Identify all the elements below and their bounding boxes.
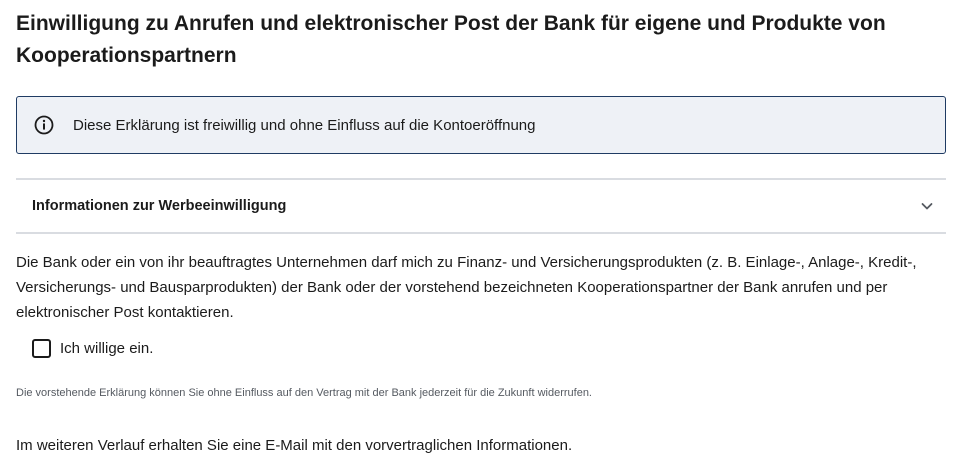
consent-description: Die Bank oder ein von ihr beauftragtes U…	[16, 254, 917, 321]
email-info-text: Im weiteren Verlauf erhalten Sie eine E-…	[16, 437, 573, 454]
chevron-down-icon[interactable]	[920, 199, 934, 213]
info-icon	[34, 115, 54, 135]
section-title: Einwilligung zu Anrufen und elektronisch…	[16, 12, 886, 67]
info-banner-text: Diese Erklärung ist freiwillig und ohne …	[73, 116, 536, 134]
revocation-note: Die vorstehende Erklärung können Sie ohn…	[16, 387, 592, 399]
consent-page: Einwilligung zu Anrufen und elektronisch…	[0, 0, 957, 474]
info-banner: Diese Erklärung ist freiwillig und ohne …	[16, 96, 946, 154]
accordion-werbeeinwilligung[interactable]: Informationen zur Werbeeinwilligung	[16, 178, 946, 234]
consent-checkbox-row[interactable]: Ich willige ein.	[32, 339, 153, 358]
accordion-label: Informationen zur Werbeeinwilligung	[32, 198, 287, 214]
consent-checkbox[interactable]	[32, 339, 51, 358]
consent-checkbox-label[interactable]: Ich willige ein.	[60, 340, 153, 357]
